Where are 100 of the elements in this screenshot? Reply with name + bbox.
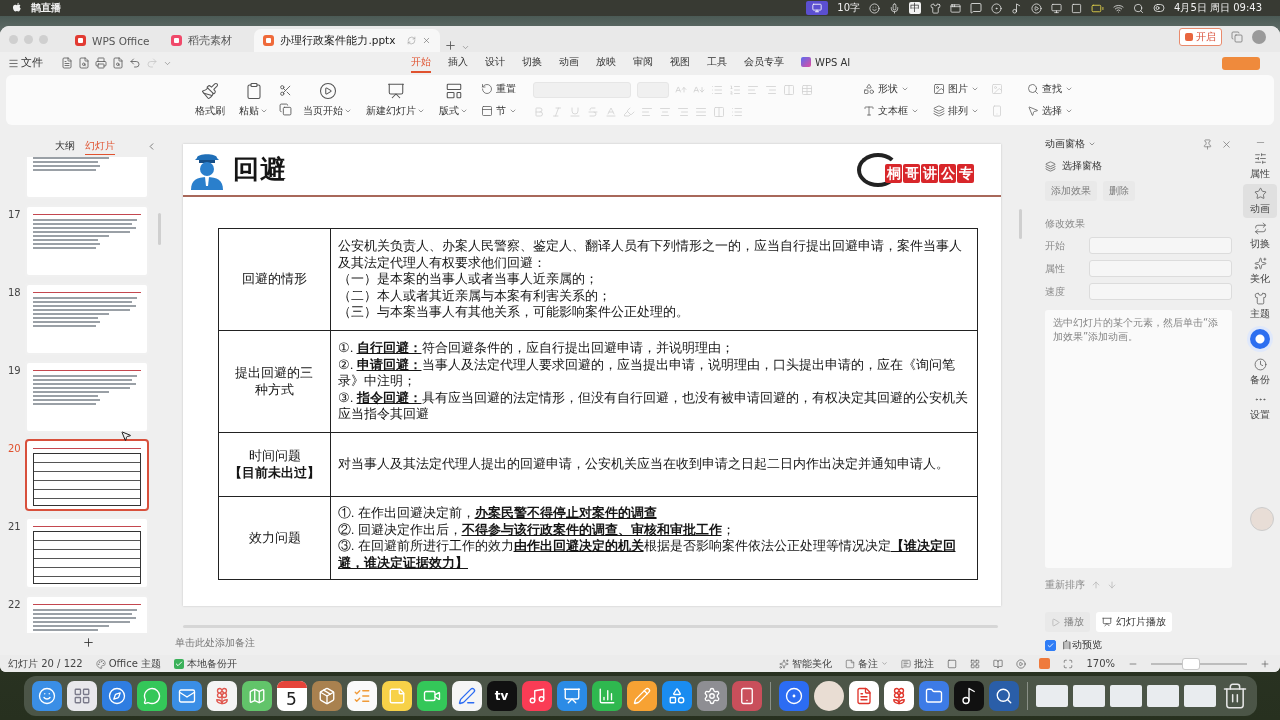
add-slide-icon[interactable]	[82, 636, 95, 649]
notes-button[interactable]: 备注	[858, 656, 879, 671]
compass-app-icon[interactable]	[101, 681, 132, 711]
theme-button[interactable]: Office 主题	[108, 656, 162, 671]
ribbon-tab[interactable]: 切换	[522, 53, 542, 73]
window-thumbnail[interactable]	[1183, 685, 1216, 707]
section-button[interactable]: 节	[479, 103, 519, 119]
window-icon[interactable]	[950, 2, 962, 14]
pen-app-icon[interactable]	[451, 681, 482, 711]
smart-beautify-button[interactable]: 智能美化	[792, 656, 833, 671]
chat-app-icon[interactable]	[136, 681, 167, 711]
speech-bubble-icon[interactable]	[970, 2, 983, 14]
backup-button[interactable]: 备份	[1243, 355, 1277, 389]
picture-button[interactable]: 图片	[931, 81, 981, 97]
search-document-icon[interactable]	[78, 57, 90, 69]
document-icon[interactable]	[61, 57, 73, 69]
window-thumbnail[interactable]	[1109, 685, 1142, 707]
font-color-icon[interactable]	[605, 106, 617, 118]
preview-icon[interactable]	[112, 57, 124, 69]
zoom-in-icon[interactable]	[1260, 658, 1270, 669]
trial-button[interactable]: 开启	[1179, 28, 1222, 46]
reset-button[interactable]: 重置	[479, 81, 519, 97]
note-app-icon[interactable]	[381, 681, 412, 711]
transition-button[interactable]: 切换	[1243, 219, 1277, 253]
document-tab[interactable]: 办理行政案件能力.pptx	[254, 29, 441, 52]
format-painter-button[interactable]: 格式刷	[192, 80, 228, 120]
document-tab[interactable]: WPS Office	[66, 29, 159, 52]
undo-icon[interactable]	[129, 57, 141, 69]
slideshow-button[interactable]: 幻灯片播放	[1096, 612, 1172, 632]
member-badge-icon[interactable]	[1222, 56, 1260, 70]
slide-thumbnail[interactable]	[25, 439, 149, 511]
paste-button[interactable]: 粘贴	[236, 80, 271, 120]
printer-icon[interactable]	[95, 57, 107, 69]
window-thumbnail[interactable]	[1146, 685, 1179, 707]
monitor-icon[interactable]	[1051, 2, 1063, 14]
fit-icon[interactable]	[1063, 658, 1074, 669]
ribbon-tab[interactable]: 会员专享	[744, 53, 784, 73]
close-icon[interactable]	[422, 36, 432, 45]
reading-view-icon[interactable]	[993, 658, 1004, 669]
layout-button[interactable]: 版式	[436, 80, 471, 120]
input-method-indicator[interactable]: 中	[909, 2, 922, 14]
document-app-icon[interactable]	[848, 681, 879, 711]
ribbon-tab[interactable]: 视图	[670, 53, 690, 73]
music-note-app-icon[interactable]	[521, 681, 552, 711]
close-icon[interactable]	[1221, 138, 1232, 150]
selection-pane-link[interactable]: 选择窗格	[1062, 159, 1102, 173]
panel-tab[interactable]: 大纲	[55, 137, 75, 155]
gear-app-icon[interactable]	[696, 681, 727, 711]
scissors-icon[interactable]	[279, 84, 292, 97]
slider-thumb[interactable]	[1182, 657, 1201, 670]
window-thumbnail[interactable]	[1035, 685, 1068, 707]
settings-button[interactable]: 设置	[1243, 390, 1277, 424]
toggle-icon[interactable]	[1153, 2, 1166, 14]
comments-button[interactable]: 批注	[914, 656, 935, 671]
pane-title[interactable]: 动画窗格	[1045, 137, 1096, 151]
scrollbar[interactable]	[158, 213, 161, 245]
properties-button[interactable]: 属性	[1243, 149, 1277, 183]
slideshow-icon[interactable]	[1039, 658, 1051, 669]
pin-icon[interactable]	[1202, 138, 1213, 150]
flower-app-icon[interactable]	[206, 681, 237, 711]
theme-button[interactable]: 主题	[1243, 289, 1277, 323]
ribbon-tab[interactable]: 放映	[596, 53, 616, 73]
ring-icon[interactable]	[1250, 329, 1270, 349]
scrollbar[interactable]	[1019, 209, 1022, 239]
pencil-app-icon[interactable]	[626, 681, 657, 711]
music-note-app-icon[interactable]	[953, 681, 984, 711]
sync-icon[interactable]	[407, 36, 417, 45]
smiley-app-icon[interactable]	[31, 681, 62, 711]
map-app-icon[interactable]	[241, 681, 272, 711]
envelope-app-icon[interactable]	[171, 681, 202, 711]
ribbon-tab[interactable]: 开始	[411, 53, 431, 73]
wifi-icon[interactable]	[1113, 2, 1125, 14]
bar-chart-app-icon[interactable]	[591, 681, 622, 711]
menu-icon[interactable]	[8, 57, 19, 69]
search-icon[interactable]	[1133, 2, 1145, 14]
ribbon-tab[interactable]: 设计	[485, 53, 505, 73]
beautify-button[interactable]: 美化	[1243, 254, 1277, 288]
app-name[interactable]: 鹊直播	[31, 1, 61, 15]
ribbon-tab[interactable]: 工具	[707, 53, 727, 73]
caret-icon[interactable]	[461, 43, 471, 52]
select-button[interactable]: 选择	[1025, 103, 1075, 119]
auto-preview-checkbox[interactable]	[1045, 639, 1056, 651]
box-app-icon[interactable]	[311, 681, 342, 711]
panel-tab[interactable]: 幻灯片	[85, 137, 115, 155]
copy-icon[interactable]	[279, 103, 292, 116]
magnifier-app-icon[interactable]	[988, 681, 1019, 711]
avatar-icon[interactable]	[1252, 30, 1266, 44]
shirt-icon[interactable]	[930, 2, 942, 14]
layers-icon[interactable]	[1045, 160, 1056, 172]
shapes-app-icon[interactable]	[661, 681, 692, 711]
window-thumbnail[interactable]	[1072, 685, 1105, 707]
arrange-button[interactable]: 排列	[931, 103, 981, 119]
animation-button[interactable]: 动画	[1243, 184, 1277, 218]
flower-app-icon[interactable]	[883, 681, 914, 711]
zoom-level[interactable]: 170%	[1086, 658, 1115, 669]
avatar-app-icon[interactable]	[813, 681, 844, 711]
screen-icon[interactable]	[806, 1, 829, 15]
music-note-icon[interactable]	[1011, 2, 1023, 14]
calendar-icon[interactable]: 5	[276, 681, 307, 711]
presentation-app-icon[interactable]	[556, 681, 587, 711]
